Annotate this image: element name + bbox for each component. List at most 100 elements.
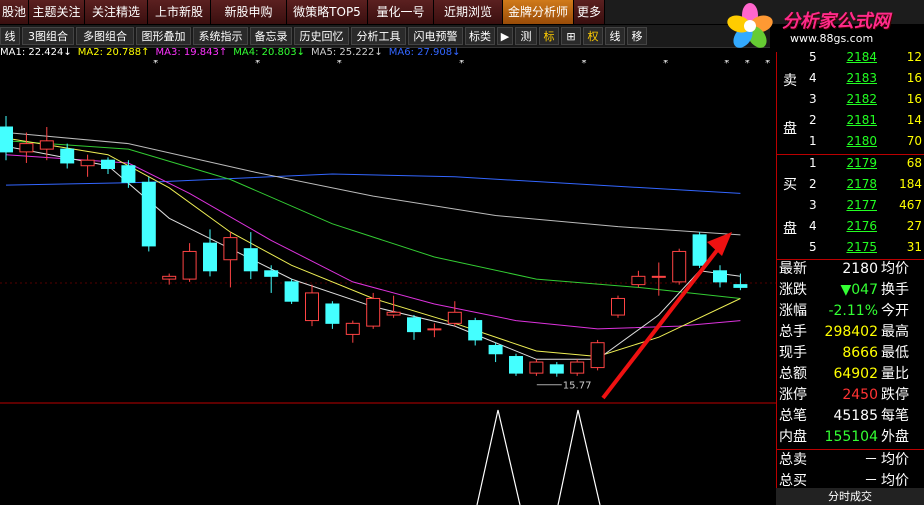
candle[interactable] <box>121 160 136 188</box>
candle[interactable] <box>509 353 523 376</box>
toolbar-button[interactable]: 标类 <box>465 27 495 45</box>
candle[interactable] <box>80 154 95 177</box>
order-book-row[interactable]: 5 2184 12 <box>777 50 924 71</box>
nav-tab[interactable]: 金牌分析师 <box>503 0 574 24</box>
low-price-label: 15.77 <box>563 381 592 392</box>
order-volume: 70 <box>906 134 922 148</box>
candle[interactable] <box>549 362 564 377</box>
order-level: 2 <box>809 177 817 191</box>
signal-star-marker: * <box>255 60 260 69</box>
candle[interactable] <box>468 317 483 346</box>
toolbar-button[interactable]: 线 <box>0 27 20 45</box>
candle[interactable] <box>162 273 177 285</box>
candle[interactable] <box>284 279 299 304</box>
toolbar-button[interactable]: 权 <box>583 27 603 45</box>
candle[interactable] <box>141 176 156 252</box>
candle[interactable] <box>345 320 360 343</box>
candle[interactable] <box>386 295 401 318</box>
toolbar-button[interactable]: ▶ <box>497 27 513 45</box>
stat-label: 均价 <box>881 452 909 468</box>
order-level: 2 <box>809 113 817 127</box>
candle[interactable] <box>182 243 197 282</box>
toolbar-button[interactable]: 闪电预警 <box>408 27 463 45</box>
candle-body <box>203 242 217 272</box>
candle-body <box>509 356 523 374</box>
toolbar-button[interactable]: 测 <box>515 27 537 45</box>
order-price: 2180 <box>846 134 877 148</box>
stat-value: ▼047 <box>840 282 879 298</box>
candlestick-chart[interactable]: 15.77********** <box>0 60 776 505</box>
order-book-row[interactable]: 5 2175 31 <box>777 240 924 261</box>
nav-tab[interactable]: 上市新股 <box>148 0 211 24</box>
candle[interactable] <box>427 323 442 338</box>
candle[interactable] <box>651 262 666 296</box>
candle[interactable] <box>101 157 115 175</box>
toolbar-button[interactable]: 分析工具 <box>351 27 406 45</box>
candle[interactable] <box>529 359 544 376</box>
nav-tab[interactable]: 主题关注 <box>29 0 85 24</box>
candle[interactable] <box>325 301 340 329</box>
candle-body <box>162 275 177 280</box>
toolbar-button[interactable]: 系统指示 <box>193 27 248 45</box>
toolbar-button[interactable]: 多图组合 <box>76 27 134 45</box>
candle[interactable] <box>713 265 727 288</box>
toolbar-button[interactable]: 备忘录 <box>250 27 292 45</box>
candle[interactable] <box>223 232 238 288</box>
candle[interactable] <box>488 342 503 363</box>
candle[interactable] <box>0 115 13 161</box>
order-book-row[interactable]: 1 2179 68 <box>777 156 924 177</box>
candle-body <box>305 292 319 322</box>
candle[interactable] <box>407 315 421 340</box>
toolbar-button[interactable]: 图形叠加 <box>136 27 191 45</box>
signal-star-marker: * <box>337 60 342 69</box>
order-volume: 184 <box>899 177 922 191</box>
nav-tab[interactable]: 量化一号 <box>368 0 434 24</box>
order-volume: 16 <box>906 71 922 85</box>
candle[interactable] <box>611 295 625 318</box>
nav-tab[interactable]: 新股申购 <box>211 0 287 24</box>
toolbar-button[interactable]: 历史回忆 <box>294 27 349 45</box>
candle-body <box>407 317 421 333</box>
stat-label: 最高 <box>881 324 909 340</box>
candle[interactable] <box>305 284 319 327</box>
order-book-row[interactable]: 1 2180 70 <box>777 134 924 155</box>
nav-tab[interactable]: 股池 <box>0 0 29 24</box>
order-book-row[interactable]: 3 2177 467 <box>777 198 924 219</box>
candle[interactable] <box>590 339 605 371</box>
nav-tab[interactable]: 关注精选 <box>85 0 148 24</box>
nav-tab[interactable]: 近期浏览 <box>434 0 503 24</box>
stat-label: 总手 <box>779 324 807 340</box>
toolbar-button[interactable]: 标 <box>539 27 559 45</box>
candle[interactable] <box>631 270 646 288</box>
toolbar-button[interactable]: 移 <box>627 27 647 45</box>
candle[interactable] <box>366 292 381 329</box>
candle[interactable] <box>570 359 585 376</box>
candle-body <box>386 311 401 316</box>
chart-toolbar: 线 3图组合 多图组合 图形叠加 系统指示 备忘录 历史回忆 分析工具 闪电预警 标类 ▶ 测标 ⊞ 权线… <box>0 25 770 48</box>
stat-label: 均价 <box>881 261 909 277</box>
candle[interactable] <box>243 232 258 280</box>
candle[interactable] <box>19 132 34 163</box>
order-book-row[interactable]: 2 2178 184 <box>777 177 924 198</box>
candle[interactable] <box>264 265 279 293</box>
nav-tab[interactable]: 微策略TOP5 <box>287 0 368 24</box>
stat-label: 内盘 <box>779 429 807 445</box>
order-price: 2182 <box>846 92 877 106</box>
toolbar-button[interactable]: 线 <box>605 27 625 45</box>
order-book-row[interactable]: 4 2176 27 <box>777 219 924 240</box>
quote-stat-row: 现手 8666 最低 <box>777 343 924 364</box>
toolbar-button[interactable]: 3图组合 <box>22 27 74 45</box>
order-book-row[interactable]: 2 2181 14 <box>777 113 924 134</box>
candle[interactable] <box>692 232 707 269</box>
order-book-row[interactable]: 3 2182 16 <box>777 92 924 113</box>
stat-value: -2.11% <box>828 303 878 319</box>
stat-label: 今开 <box>881 303 909 319</box>
toolbar-button[interactable]: ⊞ <box>561 27 581 45</box>
order-book-row[interactable]: 4 2183 16 <box>777 71 924 92</box>
candle[interactable] <box>447 301 462 327</box>
nav-tab[interactable]: 更多 <box>574 0 605 24</box>
candle[interactable] <box>672 248 687 285</box>
order-volume: 27 <box>906 219 922 233</box>
tab-time-and-sales[interactable]: 分时成交 <box>776 488 924 505</box>
signal-star-marker: * <box>765 60 770 69</box>
